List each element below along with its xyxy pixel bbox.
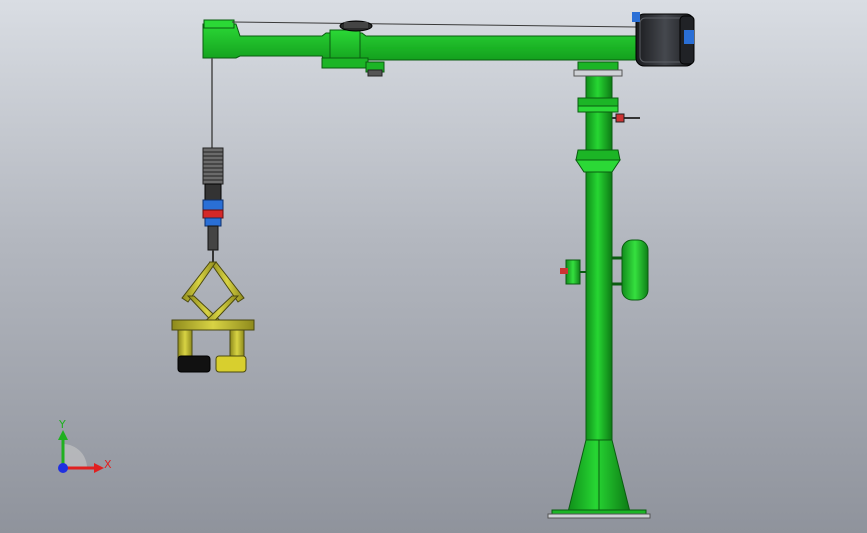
motor-unit[interactable] — [632, 12, 695, 67]
z-axis-dot — [58, 463, 68, 473]
left-pad[interactable] — [177, 355, 211, 373]
jib-arm[interactable] — [202, 19, 638, 69]
coordinate-triad: Y X — [58, 418, 112, 473]
y-axis-label: Y — [58, 418, 66, 431]
top-wire — [231, 21, 641, 28]
spring-balancer[interactable] — [202, 147, 224, 185]
gripper[interactable] — [171, 261, 255, 373]
air-tank[interactable] — [612, 239, 649, 301]
control-box[interactable] — [560, 259, 586, 285]
x-axis-label: X — [104, 458, 112, 471]
top-pulley[interactable] — [339, 20, 373, 32]
trolley[interactable] — [365, 61, 385, 77]
rotary-joint[interactable] — [202, 183, 224, 262]
right-pad[interactable] — [215, 355, 247, 373]
cad-viewport[interactable]: Y X — [0, 0, 867, 533]
crane-model[interactable]: Y X — [0, 0, 867, 533]
